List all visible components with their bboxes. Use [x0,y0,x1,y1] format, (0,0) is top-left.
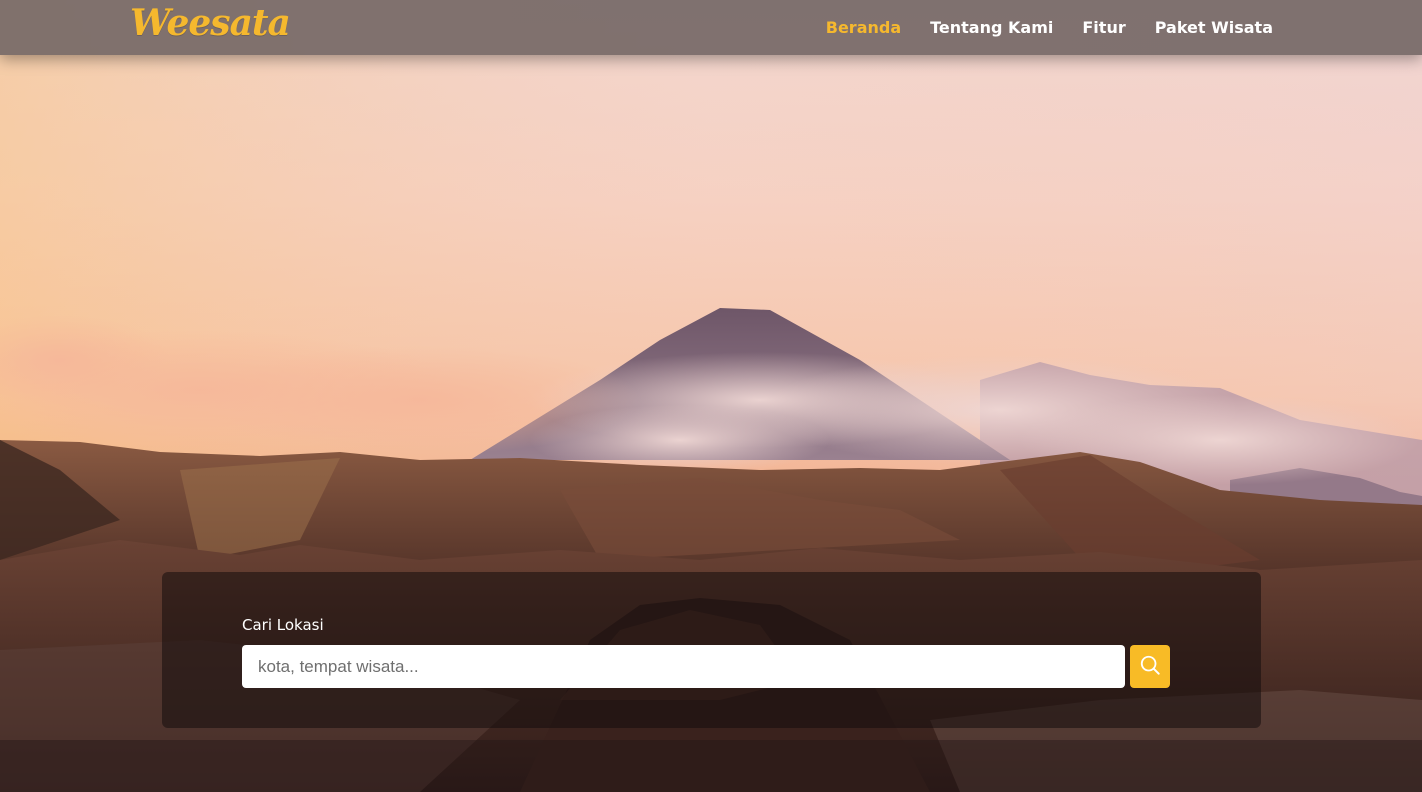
nav-menu: Beranda Tentang Kami Fitur Paket Wisata [826,0,1273,55]
search-input[interactable] [242,645,1125,688]
nav-link-paket-wisata[interactable]: Paket Wisata [1155,18,1273,37]
brand-logo[interactable]: Weesata [130,2,291,44]
nav-link-beranda[interactable]: Beranda [826,18,901,37]
search-button[interactable] [1130,645,1170,688]
search-icon [1139,654,1161,679]
navbar: Weesata Beranda Tentang Kami Fitur Paket… [0,0,1422,55]
search-panel: Cari Lokasi [162,572,1261,728]
nav-link-fitur[interactable]: Fitur [1082,18,1125,37]
nav-link-tentang-kami[interactable]: Tentang Kami [930,18,1053,37]
search-label: Cari Lokasi [242,616,324,634]
